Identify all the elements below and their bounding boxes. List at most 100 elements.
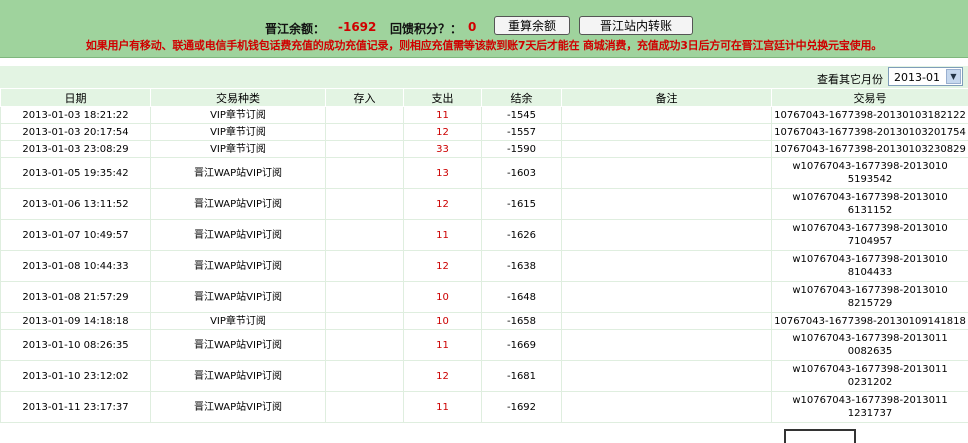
month-filter-label: 查看其它月份 bbox=[817, 71, 883, 87]
cell-note bbox=[562, 220, 772, 251]
cell-deposit bbox=[326, 251, 404, 282]
cell-deposit bbox=[326, 392, 404, 423]
cell-transaction-id: w10767043-1677398-20130107104957 bbox=[772, 220, 968, 251]
cell-type: VIP章节订阅 bbox=[151, 107, 326, 124]
cell-expense: 11 bbox=[404, 220, 482, 251]
cell-date: 2013-01-08 10:44:33 bbox=[1, 251, 151, 282]
cell-type: 晋江WAP站VIP订阅 bbox=[151, 251, 326, 282]
cell-balance: -1681 bbox=[482, 361, 562, 392]
cell-date: 2013-01-11 23:17:37 bbox=[1, 392, 151, 423]
cell-type: 晋江WAP站VIP订阅 bbox=[151, 361, 326, 392]
cell-type: 晋江WAP站VIP订阅 bbox=[151, 220, 326, 251]
cell-date: 2013-01-05 19:35:42 bbox=[1, 158, 151, 189]
cell-transaction-id: 10767043-1677398-20130103230829 bbox=[772, 141, 968, 158]
cell-note bbox=[562, 107, 772, 124]
cell-transaction-id: 10767043-1677398-20130109141818 bbox=[772, 313, 968, 330]
cell-date: 2013-01-09 14:18:18 bbox=[1, 313, 151, 330]
column-header-note: 备注 bbox=[562, 89, 772, 107]
table-row: 2013-01-10 23:12:02 晋江WAP站VIP订阅 12 -1681… bbox=[1, 361, 968, 392]
cell-expense: 10 bbox=[404, 313, 482, 330]
cell-note bbox=[562, 141, 772, 158]
column-header-deposit: 存入 bbox=[326, 89, 404, 107]
cell-type: 晋江WAP站VIP订阅 bbox=[151, 158, 326, 189]
cell-note bbox=[562, 124, 772, 141]
cell-type: VIP章节订阅 bbox=[151, 141, 326, 158]
month-filter-bar: 查看其它月份 2013-01 ▼ bbox=[0, 66, 968, 88]
cell-balance: -1615 bbox=[482, 189, 562, 220]
table-row: 2013-01-07 10:49:57 晋江WAP站VIP订阅 11 -1626… bbox=[1, 220, 968, 251]
cell-transaction-id: w10767043-1677398-20130108215729 bbox=[772, 282, 968, 313]
cell-transaction-id: 10767043-1677398-20130103201754 bbox=[772, 124, 968, 141]
column-header-transaction-id: 交易号 bbox=[772, 89, 968, 107]
cell-type: 晋江WAP站VIP订阅 bbox=[151, 189, 326, 220]
cell-deposit bbox=[326, 124, 404, 141]
internal-transfer-button[interactable]: 晋江站内转账 bbox=[579, 16, 693, 35]
cell-expense: 12 bbox=[404, 251, 482, 282]
cell-deposit bbox=[326, 141, 404, 158]
cell-transaction-id: w10767043-1677398-20130108104433 bbox=[772, 251, 968, 282]
cell-deposit bbox=[326, 107, 404, 124]
recharge-notice: 如果用户有移动、联通或电信手机钱包话费充值的成功充值记录，则相应充值需等该款到账… bbox=[0, 37, 968, 53]
table-row: 2013-01-10 08:26:35 晋江WAP站VIP订阅 11 -1669… bbox=[1, 330, 968, 361]
cell-note bbox=[562, 282, 772, 313]
cell-expense: 13 bbox=[404, 158, 482, 189]
recalculate-balance-button[interactable]: 重算余额 bbox=[494, 16, 570, 35]
cell-balance: -1603 bbox=[482, 158, 562, 189]
cell-type: 晋江WAP站VIP订阅 bbox=[151, 392, 326, 423]
cell-type: VIP章节订阅 bbox=[151, 124, 326, 141]
cell-deposit bbox=[326, 220, 404, 251]
cell-deposit bbox=[326, 189, 404, 220]
cell-balance: -1658 bbox=[482, 313, 562, 330]
cell-expense: 12 bbox=[404, 361, 482, 392]
table-header-row: 日期 交易种类 存入 支出 结余 备注 交易号 bbox=[1, 89, 968, 107]
month-select-value: 2013-01 bbox=[894, 71, 940, 84]
cell-deposit bbox=[326, 361, 404, 392]
table-row: 2013-01-11 23:17:37 晋江WAP站VIP订阅 11 -1692… bbox=[1, 392, 968, 423]
table-row: 2013-01-05 19:35:42 晋江WAP站VIP订阅 13 -1603… bbox=[1, 158, 968, 189]
table-row: 2013-01-03 20:17:54 VIP章节订阅 12 -1557 107… bbox=[1, 124, 968, 141]
cell-date: 2013-01-08 21:57:29 bbox=[1, 282, 151, 313]
cell-date: 2013-01-07 10:49:57 bbox=[1, 220, 151, 251]
column-header-type: 交易种类 bbox=[151, 89, 326, 107]
cell-date: 2013-01-06 13:11:52 bbox=[1, 189, 151, 220]
cell-date: 2013-01-10 23:12:02 bbox=[1, 361, 151, 392]
cell-deposit bbox=[326, 330, 404, 361]
column-header-date: 日期 bbox=[1, 89, 151, 107]
cell-deposit bbox=[326, 158, 404, 189]
chevron-down-icon[interactable]: ▼ bbox=[946, 69, 961, 84]
cell-transaction-id: w10767043-1677398-20130110231202 bbox=[772, 361, 968, 392]
cell-balance: -1638 bbox=[482, 251, 562, 282]
cell-deposit bbox=[326, 282, 404, 313]
cell-note bbox=[562, 158, 772, 189]
cell-balance: -1557 bbox=[482, 124, 562, 141]
cell-note bbox=[562, 361, 772, 392]
cell-balance: -1692 bbox=[482, 392, 562, 423]
account-summary-bar: 晋江余额： -1692 回馈积分？： 0 重算余额 晋江站内转账 如果用户有移动… bbox=[0, 0, 968, 58]
cell-note bbox=[562, 251, 772, 282]
cell-balance: -1626 bbox=[482, 220, 562, 251]
table-row: 2013-01-08 21:57:29 晋江WAP站VIP订阅 10 -1648… bbox=[1, 282, 968, 313]
cell-transaction-id: 10767043-1677398-20130103182122 bbox=[772, 107, 968, 124]
cell-date: 2013-01-03 20:17:54 bbox=[1, 124, 151, 141]
cell-date: 2013-01-03 18:21:22 bbox=[1, 107, 151, 124]
cell-note bbox=[562, 330, 772, 361]
transaction-table: 日期 交易种类 存入 支出 结余 备注 交易号 2013-01-03 18:21… bbox=[0, 88, 968, 423]
cell-transaction-id: w10767043-1677398-20130111231737 bbox=[772, 392, 968, 423]
cell-balance: -1648 bbox=[482, 282, 562, 313]
spacer-band bbox=[0, 58, 968, 66]
cell-transaction-id: w10767043-1677398-20130105193542 bbox=[772, 158, 968, 189]
cell-note bbox=[562, 313, 772, 330]
cell-note bbox=[562, 189, 772, 220]
cell-date: 2013-01-03 23:08:29 bbox=[1, 141, 151, 158]
cell-expense: 11 bbox=[404, 330, 482, 361]
table-row: 2013-01-08 10:44:33 晋江WAP站VIP订阅 12 -1638… bbox=[1, 251, 968, 282]
cell-balance: -1669 bbox=[482, 330, 562, 361]
column-header-expense: 支出 bbox=[404, 89, 482, 107]
cell-note bbox=[562, 392, 772, 423]
cell-expense: 12 bbox=[404, 124, 482, 141]
month-select[interactable]: 2013-01 ▼ bbox=[888, 67, 963, 86]
points-value: 0 bbox=[468, 20, 476, 34]
points-label: 回馈积分？： bbox=[390, 20, 462, 37]
cell-expense: 11 bbox=[404, 107, 482, 124]
balance-value: -1692 bbox=[338, 20, 376, 34]
